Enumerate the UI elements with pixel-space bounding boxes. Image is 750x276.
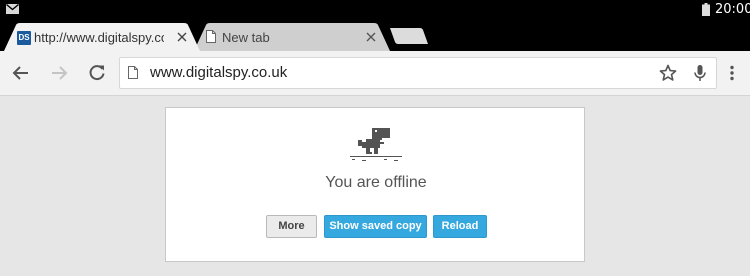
microphone-icon[interactable]	[693, 64, 707, 82]
gmail-icon	[6, 4, 19, 14]
reload-icon[interactable]	[88, 64, 106, 82]
menu-icon[interactable]	[729, 65, 735, 81]
offline-card: You are offline More Show saved copy Rel…	[165, 107, 585, 262]
tab-title: http://www.digitalspy.co.uk	[34, 30, 164, 45]
tab-title: New tab	[222, 30, 270, 45]
back-icon[interactable]	[12, 64, 30, 82]
close-icon[interactable]	[366, 32, 376, 42]
forward-icon[interactable]	[50, 64, 68, 82]
status-clock: 20:00	[715, 2, 750, 17]
more-button[interactable]: More	[266, 215, 317, 238]
page-icon	[206, 30, 216, 43]
omnibox[interactable]: www.digitalspy.co.uk	[119, 57, 717, 89]
tab-digitalspy[interactable]: DS http://www.digitalspy.co.uk	[4, 23, 200, 51]
show-saved-copy-button[interactable]: Show saved copy	[324, 215, 427, 238]
url-text[interactable]: www.digitalspy.co.uk	[150, 64, 287, 81]
offline-title: You are offline	[325, 174, 427, 191]
tab-new-tab[interactable]: New tab	[194, 23, 390, 51]
page-info-icon[interactable]	[128, 66, 138, 79]
favicon-icon: DS	[17, 31, 31, 45]
tab-strip: New tab DS http://www.digitalspy.co.uk	[0, 20, 750, 51]
bookmark-star-icon[interactable]	[659, 64, 677, 82]
battery-icon	[702, 3, 710, 16]
toolbar: www.digitalspy.co.uk	[0, 51, 750, 96]
reload-button[interactable]: Reload	[433, 215, 487, 238]
close-icon[interactable]	[177, 32, 187, 42]
new-tab-button[interactable]	[390, 28, 428, 44]
status-bar: 20:00	[0, 0, 750, 20]
dino-icon	[350, 128, 402, 161]
